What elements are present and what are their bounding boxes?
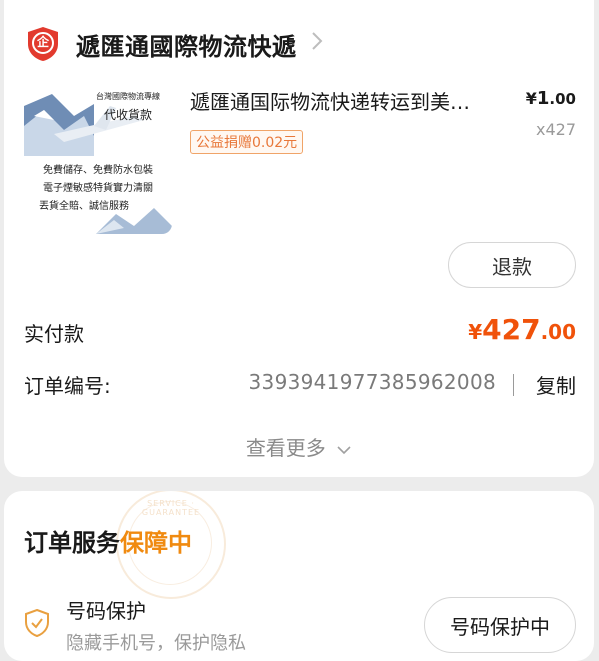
shield-check-icon <box>24 608 50 638</box>
service-card: SERVICE · GUARANTEE 订单服务保障中 号码保护 隐藏手机号，保… <box>4 491 594 661</box>
order-card: 企 遞匯通國際物流快遞 台灣國際物流專線 代收貨款 免費儲存、免費防水包裝 電子… <box>4 0 594 477</box>
service-title-highlight: 保障中 <box>120 529 192 557</box>
refund-button[interactable]: 退款 <box>448 242 576 288</box>
price-int: 1 <box>536 88 550 109</box>
paid-dec: .00 <box>540 320 576 344</box>
number-protection-title: 号码保护 <box>66 599 146 623</box>
stamp-text: SERVICE · GUARANTEE <box>141 499 201 517</box>
paid-label: 实付款 <box>24 322 84 346</box>
thumb-line-5: 丟貨全賠、誠信服務 <box>39 201 129 212</box>
chevron-down-icon <box>336 440 352 459</box>
price-dec: .00 <box>549 90 576 108</box>
charity-tag: 公益捐赠0.02元 <box>190 130 304 154</box>
thumb-line-2: 代收貨款 <box>103 108 152 122</box>
paid-int: 427 <box>482 313 541 346</box>
paid-amount: ¥427.00 <box>468 313 576 346</box>
thumb-line-3: 免費儲存、免費防水包裝 <box>43 165 153 176</box>
quantity: x427 <box>535 120 576 139</box>
divider <box>513 374 514 396</box>
order-number: 3393941977385962008 <box>248 370 496 394</box>
view-more-label: 查看更多 <box>245 436 326 460</box>
enterprise-badge-icon: 企 <box>26 26 60 62</box>
product-title[interactable]: 遞匯通国际物流快递转运到美… <box>190 86 520 115</box>
unit-price: ¥1.00 <box>526 88 576 109</box>
number-protection-button[interactable]: 号码保护中 <box>424 597 576 653</box>
price-currency: ¥ <box>525 89 537 108</box>
shop-name[interactable]: 遞匯通國際物流快遞 <box>76 27 297 62</box>
product-thumbnail[interactable]: 台灣國際物流專線 代收貨款 免費儲存、免費防水包裝 電子煙敏感特貨實力清關 丟貨… <box>24 86 172 234</box>
badge-char: 企 <box>36 35 49 49</box>
copy-button[interactable]: 复制 <box>536 370 576 399</box>
shop-header[interactable]: 企 遞匯通國際物流快遞 <box>26 24 323 64</box>
paid-currency: ¥ <box>468 320 483 344</box>
service-title-prefix: 订单服务 <box>24 529 120 557</box>
thumb-line-1: 台灣國際物流專線 <box>96 92 160 101</box>
thumb-line-4: 電子煙敏感特貨實力清關 <box>43 183 153 194</box>
chevron-right-icon <box>311 31 323 57</box>
view-more-button[interactable]: 查看更多 <box>4 432 594 461</box>
number-protection-desc: 隐藏手机号，保护隐私 <box>66 633 246 654</box>
service-title: 订单服务保障中 <box>24 523 192 558</box>
order-number-label: 订单编号: <box>24 374 111 398</box>
